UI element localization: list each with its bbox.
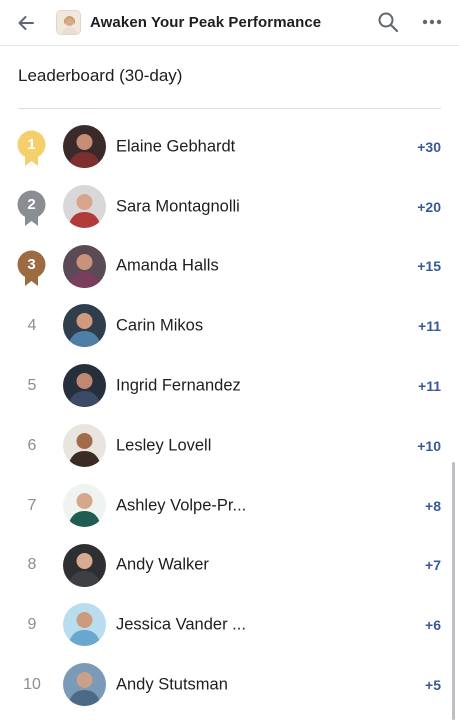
rank-indicator: 3 — [0, 237, 60, 297]
leaderboard-list: 1 Elaine Gebhardt +30 2 Sara Montagnolli +20 3… — [0, 117, 459, 715]
member-name[interactable]: Lesley Lovell — [116, 436, 211, 455]
member-name[interactable]: Jessica Vander ... — [116, 616, 246, 635]
avatar[interactable] — [63, 663, 106, 707]
search-icon — [378, 12, 399, 33]
rank-number: 2 — [27, 195, 36, 213]
points-score: +10 — [417, 437, 441, 454]
leaderboard-row[interactable]: 5 Ingrid Fernandez +11 — [0, 356, 459, 416]
leaderboard-title: Leaderboard (30-day) — [18, 66, 183, 85]
leaderboard-row[interactable]: 2 Sara Montagnolli +20 — [0, 177, 459, 237]
rank-indicator: 4 — [0, 296, 60, 356]
leaderboard-row[interactable]: 6 Lesley Lovell +10 — [0, 416, 459, 476]
points-score: +6 — [425, 617, 441, 634]
silver-medal-icon: 2 — [17, 190, 46, 227]
avatar[interactable] — [63, 244, 106, 288]
leaderboard-row[interactable]: 1 Elaine Gebhardt +30 — [0, 117, 459, 177]
rank-indicator: 10 — [0, 655, 60, 715]
top-bar: Awaken Your Peak Performance — [0, 0, 459, 46]
leaderboard-row[interactable]: 3 Amanda Halls +15 — [0, 237, 459, 297]
scrollbar[interactable] — [452, 462, 455, 720]
member-name[interactable]: Ashley Volpe-Pr... — [116, 496, 246, 515]
points-score: +7 — [425, 557, 441, 574]
rank-number: 3 — [27, 255, 36, 273]
group-title[interactable]: Awaken Your Peak Performance — [90, 14, 321, 31]
rank-number: 8 — [27, 556, 37, 574]
avatar[interactable] — [63, 483, 106, 527]
rank-indicator: 1 — [0, 117, 60, 177]
rank-number: 4 — [27, 317, 37, 335]
points-score: +11 — [418, 378, 441, 395]
arrow-left-icon — [18, 15, 34, 30]
bronze-medal-icon: 3 — [17, 250, 46, 287]
avatar[interactable] — [63, 125, 106, 168]
avatar[interactable] — [63, 543, 106, 587]
avatar[interactable] — [63, 603, 106, 647]
avatar[interactable] — [63, 304, 106, 348]
divider — [18, 108, 441, 109]
member-name[interactable]: Elaine Gebhardt — [116, 137, 235, 156]
rank-number: 1 — [27, 136, 36, 153]
rank-indicator: 8 — [0, 536, 60, 596]
points-score: +8 — [425, 497, 441, 514]
rank-number: 7 — [27, 496, 37, 514]
gold-medal-icon: 1 — [17, 130, 46, 167]
avatar[interactable] — [63, 423, 106, 467]
rank-number: 5 — [27, 377, 37, 395]
avatar[interactable] — [63, 184, 106, 228]
points-score: +5 — [425, 677, 441, 694]
member-name[interactable]: Andy Walker — [116, 556, 209, 575]
points-score: +11 — [418, 318, 441, 335]
points-score: +30 — [417, 138, 441, 155]
leaderboard-row[interactable]: 8 Andy Walker +7 — [0, 536, 459, 596]
search-button[interactable] — [373, 7, 403, 37]
member-name[interactable]: Amanda Halls — [116, 257, 219, 276]
more-horizontal-icon — [422, 19, 442, 25]
member-name[interactable]: Carin Mikos — [116, 317, 203, 336]
member-name[interactable]: Sara Montagnolli — [116, 197, 240, 216]
rank-number: 6 — [27, 436, 37, 454]
leaderboard-row[interactable]: 9 Jessica Vander ... +6 — [0, 595, 459, 655]
avatar[interactable] — [63, 364, 106, 408]
group-thumbnail[interactable] — [56, 10, 81, 35]
leaderboard-row[interactable]: 10 Andy Stutsman +5 — [0, 655, 459, 715]
points-score: +20 — [417, 198, 441, 215]
leaderboard-row[interactable]: 7 Ashley Volpe-Pr... +8 — [0, 476, 459, 536]
points-score: +15 — [417, 258, 441, 275]
back-button[interactable] — [12, 9, 40, 37]
member-name[interactable]: Andy Stutsman — [116, 676, 228, 695]
rank-indicator: 2 — [0, 177, 60, 237]
rank-number: 9 — [27, 616, 37, 634]
leaderboard-row[interactable]: 4 Carin Mikos +11 — [0, 296, 459, 356]
rank-indicator: 6 — [0, 416, 60, 476]
member-name[interactable]: Ingrid Fernandez — [116, 377, 241, 396]
rank-indicator: 5 — [0, 356, 60, 416]
rank-number: 10 — [23, 676, 41, 694]
rank-indicator: 9 — [0, 595, 60, 655]
rank-indicator: 7 — [0, 476, 60, 536]
more-options-button[interactable] — [417, 7, 447, 37]
